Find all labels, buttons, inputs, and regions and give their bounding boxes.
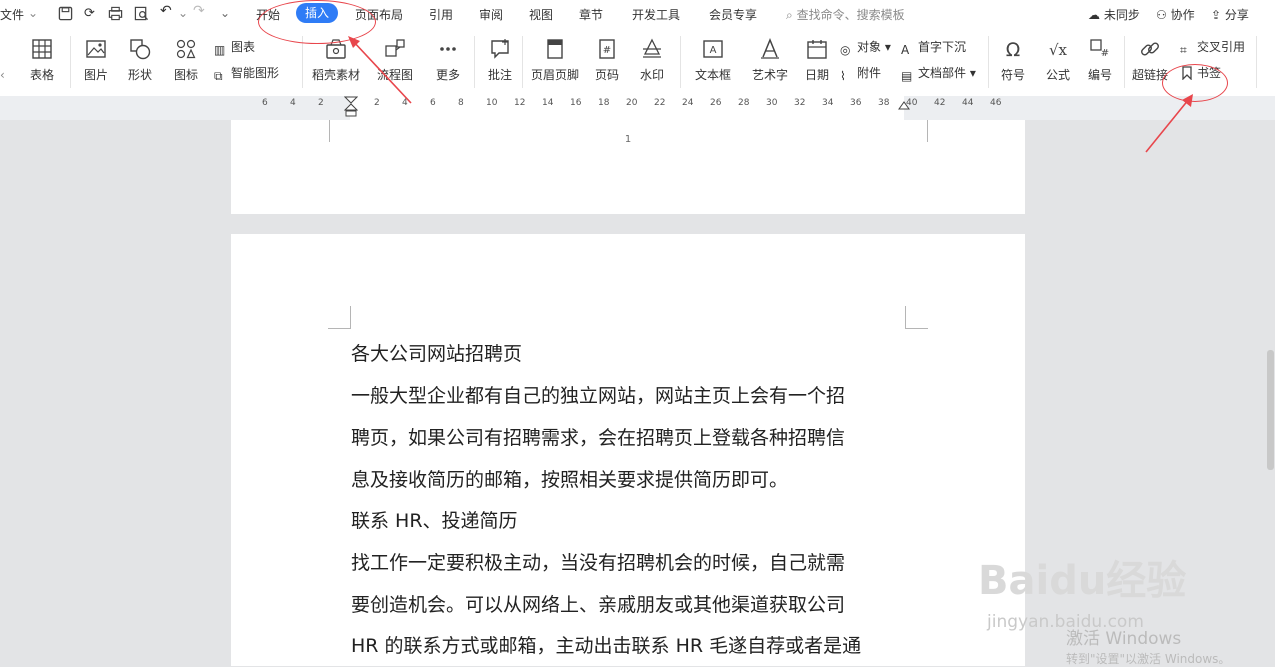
activation-subtitle: 转到"设置"以激活 Windows。: [1066, 652, 1231, 666]
baidu-watermark: Baidu经验: [978, 558, 1187, 604]
activation-title: 激活 Windows: [1066, 629, 1182, 649]
